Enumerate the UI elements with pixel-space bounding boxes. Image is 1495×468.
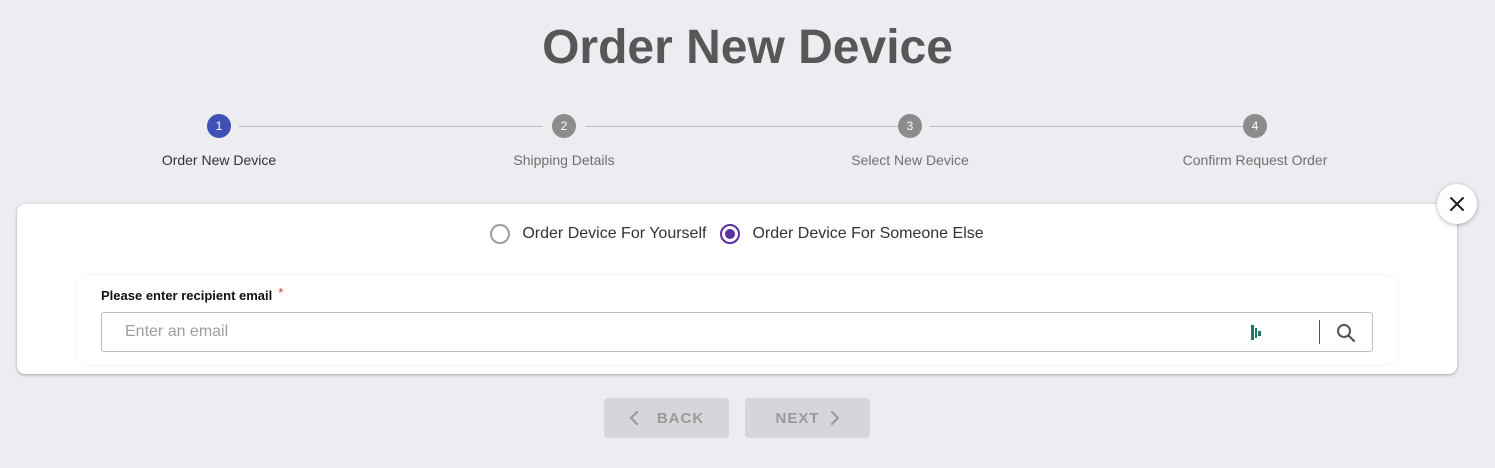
stepper: 1 Order New Device 2 Shipping Details 3 …	[0, 114, 1495, 184]
chevron-left-icon	[629, 410, 638, 426]
radio-option-yourself[interactable]: Order Device For Yourself	[490, 224, 706, 244]
chevron-right-icon	[830, 410, 839, 426]
step-confirm-request-order: 4 Confirm Request Order	[1135, 114, 1375, 168]
required-asterisk: *	[278, 285, 284, 300]
recipient-email-field	[101, 312, 1373, 352]
search-icon[interactable]	[1332, 319, 1360, 347]
step-number: 2	[552, 114, 576, 138]
password-manager-icon[interactable]	[1251, 325, 1263, 340]
next-button[interactable]: NEXT	[745, 398, 870, 438]
input-divider	[1319, 320, 1320, 344]
order-device-page: Order New Device 1 Order New Device 2 Sh…	[0, 0, 1495, 468]
step-number: 3	[898, 114, 922, 138]
step-label: Select New Device	[851, 152, 969, 168]
step-label: Shipping Details	[513, 152, 615, 168]
step-label: Confirm Request Order	[1182, 152, 1328, 168]
back-button-label: BACK	[656, 409, 705, 427]
step-order-new-device: 1 Order New Device	[99, 114, 339, 168]
order-for-radio-group: Order Device For Yourself Order Device F…	[17, 224, 1457, 244]
radio-label-yourself: Order Device For Yourself	[522, 225, 707, 242]
radio-option-someone-else[interactable]: Order Device For Someone Else	[720, 224, 984, 244]
recipient-email-input[interactable]	[102, 313, 1242, 351]
step-number: 4	[1243, 114, 1267, 138]
recipient-email-label-text: Please enter recipient email	[101, 288, 273, 303]
close-button[interactable]	[1437, 184, 1477, 224]
next-button-label: NEXT	[775, 409, 820, 427]
recipient-email-section: Please enter recipient email *	[77, 276, 1397, 364]
radio-button-someone-else[interactable]	[720, 224, 741, 244]
step-shipping-details: 2 Shipping Details	[444, 114, 684, 168]
page-title: Order New Device	[542, 21, 953, 74]
radio-label-someone-else: Order Device For Someone Else	[752, 225, 984, 242]
close-icon	[1450, 197, 1464, 211]
recipient-email-label: Please enter recipient email *	[101, 285, 284, 303]
step-number: 1	[207, 114, 231, 138]
step-label: Order New Device	[161, 152, 277, 168]
order-form-card: Order Device For Yourself Order Device F…	[17, 204, 1457, 374]
step-select-new-device: 3 Select New Device	[790, 114, 1030, 168]
back-button[interactable]: BACK	[604, 398, 729, 438]
radio-button-yourself[interactable]	[490, 224, 511, 244]
